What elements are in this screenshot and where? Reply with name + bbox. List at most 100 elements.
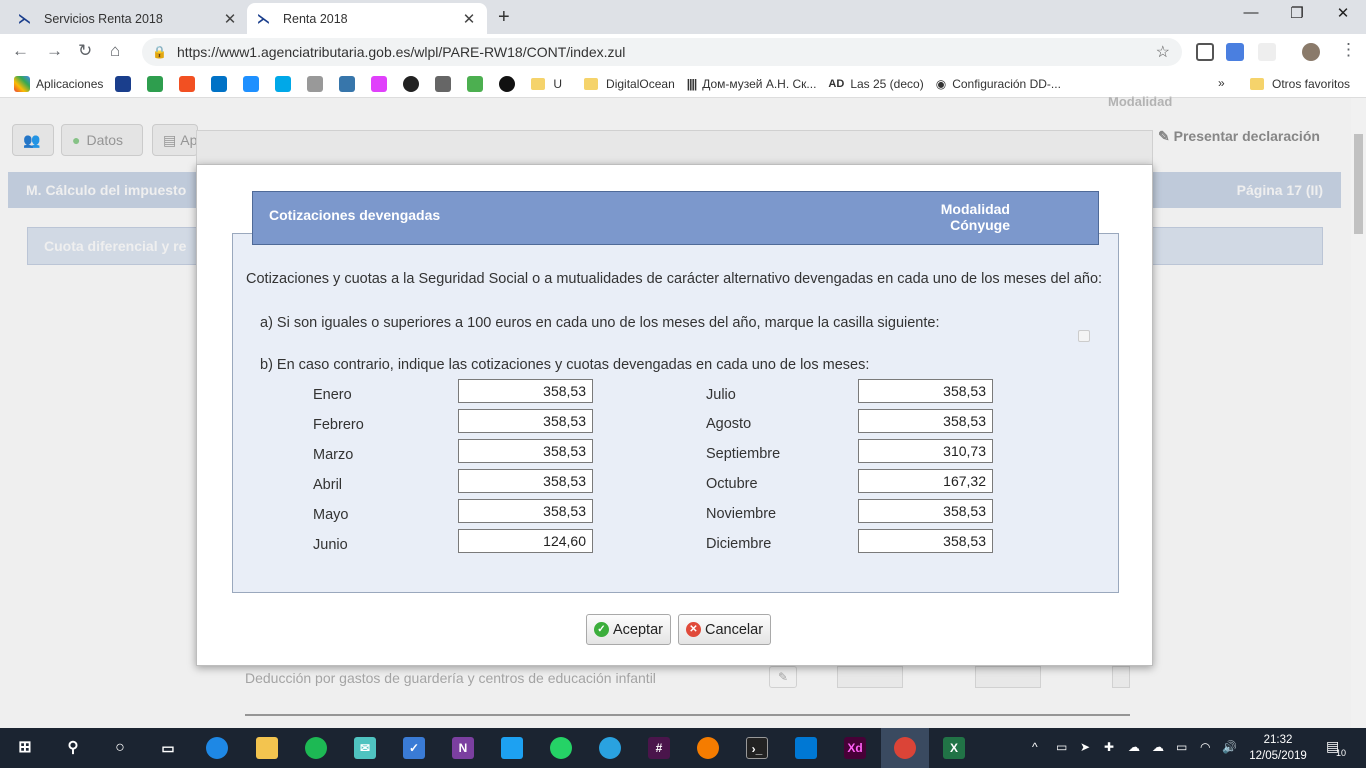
bookmark-label: Configuración DD-... bbox=[952, 76, 1061, 91]
tab-renta-2018[interactable]: ⋋ Renta 2018 ✕ bbox=[247, 3, 487, 34]
vscode-icon[interactable] bbox=[795, 737, 817, 759]
forward-icon[interactable]: → bbox=[46, 41, 63, 61]
telegram-icon[interactable] bbox=[599, 737, 621, 759]
more-bookmarks-icon[interactable]: » bbox=[1218, 76, 1225, 90]
system-clock[interactable]: 21:32 12/05/2019 bbox=[1246, 732, 1310, 764]
spotify-icon[interactable] bbox=[305, 737, 327, 759]
twitter-icon[interactable] bbox=[501, 737, 523, 759]
input-febrero[interactable]: 358,53 bbox=[458, 409, 593, 433]
search-icon[interactable]: ⚲ bbox=[62, 737, 84, 759]
terminal-icon[interactable]: ›_ bbox=[746, 737, 768, 759]
firefox-dev-icon[interactable] bbox=[206, 737, 228, 759]
new-tab-icon[interactable]: + bbox=[498, 6, 510, 29]
back-icon[interactable]: ← bbox=[12, 41, 29, 61]
udemy-icon[interactable] bbox=[275, 75, 292, 92]
bookmark-otros-favoritos[interactable]: Otros favoritos bbox=[1250, 77, 1350, 91]
star-icon[interactable]: ☆ bbox=[1156, 42, 1170, 62]
scrollbar-thumb[interactable] bbox=[1354, 134, 1363, 234]
input-noviembre[interactable]: 358,53 bbox=[858, 499, 993, 523]
circle-logo-icon[interactable] bbox=[403, 75, 420, 92]
bookmark-configuracion[interactable]: ◉ Configuración DD-... bbox=[936, 77, 1061, 91]
slack-icon[interactable]: # bbox=[648, 737, 670, 759]
microsoft-icon[interactable] bbox=[179, 75, 196, 92]
tab-servicios-renta[interactable]: ⋋ Servicios Renta 2018 ✕ bbox=[8, 3, 248, 34]
chrome-icon[interactable] bbox=[894, 737, 916, 759]
bookmark-dom-muzei[interactable]: |||| Дом-музей А.Н. Ск... bbox=[687, 77, 817, 91]
feedly-icon[interactable] bbox=[147, 75, 164, 92]
mask-icon[interactable] bbox=[307, 75, 324, 92]
tray-telegram-icon[interactable]: ➤ bbox=[1080, 740, 1090, 754]
home-icon[interactable]: ⌂ bbox=[110, 41, 120, 61]
tab-title: Renta 2018 bbox=[283, 11, 348, 26]
globe-icon: ◉ bbox=[935, 76, 947, 91]
task-view-icon[interactable]: ▭ bbox=[157, 737, 179, 759]
translate-icon[interactable] bbox=[1226, 43, 1244, 61]
input-marzo[interactable]: 358,53 bbox=[458, 439, 593, 463]
input-diciembre[interactable]: 358,53 bbox=[858, 529, 993, 553]
option-a-text: a) Si son iguales o superiores a 100 eur… bbox=[260, 315, 940, 331]
python-icon[interactable] bbox=[339, 75, 356, 92]
input-abril[interactable]: 358,53 bbox=[458, 469, 593, 493]
tray-drive-icon[interactable]: ▭ bbox=[1056, 740, 1067, 754]
origin-icon[interactable] bbox=[697, 737, 719, 759]
todo-icon[interactable]: ✓ bbox=[403, 737, 425, 759]
extension-icon[interactable] bbox=[1258, 43, 1276, 61]
aeat-icon[interactable] bbox=[115, 75, 132, 92]
bookmark-digitalocean[interactable]: DigitalOcean bbox=[584, 77, 675, 91]
whatsapp-icon[interactable] bbox=[550, 737, 572, 759]
tray-volume-icon[interactable]: 🔊 bbox=[1222, 740, 1237, 754]
windows-start-icon[interactable]: ⊞ bbox=[14, 737, 36, 759]
excel-icon[interactable]: X bbox=[943, 737, 965, 759]
clock-time: 21:32 bbox=[1263, 734, 1293, 746]
github-icon[interactable] bbox=[499, 75, 516, 92]
tab-title: Servicios Renta 2018 bbox=[44, 11, 163, 26]
cortana-icon[interactable]: ○ bbox=[109, 737, 131, 759]
avatar[interactable] bbox=[1302, 43, 1320, 61]
month-label-febrero: Febrero bbox=[313, 417, 364, 433]
pocket-icon[interactable] bbox=[1196, 43, 1214, 61]
tray-cloud-icon[interactable]: ☁ bbox=[1128, 740, 1140, 754]
month-label-diciembre: Diciembre bbox=[706, 536, 772, 552]
address-bar[interactable]: 🔒 https://www1.agenciatributaria.gob.es/… bbox=[142, 38, 1182, 66]
bookmark-u[interactable]: U bbox=[531, 77, 562, 91]
gear-icon[interactable] bbox=[435, 75, 452, 92]
diamond-icon[interactable] bbox=[371, 75, 388, 92]
u-logo-icon[interactable] bbox=[243, 75, 260, 92]
code-icon[interactable] bbox=[467, 75, 484, 92]
cancelar-button[interactable]: ✕ Cancelar bbox=[678, 614, 772, 645]
minimize-icon[interactable]: — bbox=[1228, 4, 1274, 21]
outlook-icon[interactable] bbox=[211, 75, 228, 92]
input-julio[interactable]: 358,53 bbox=[858, 379, 993, 403]
close-icon[interactable]: ✕ bbox=[461, 10, 477, 28]
browser-toolbar: ← → ↻ ⌂ 🔒 https://www1.agenciatributaria… bbox=[0, 34, 1366, 70]
bookmark-las-25[interactable]: AD Las 25 (deco) bbox=[828, 77, 923, 91]
input-octubre[interactable]: 167,32 bbox=[858, 469, 993, 493]
restore-icon[interactable]: ❐ bbox=[1274, 4, 1320, 22]
url-text: https://www1.agenciatributaria.gob.es/wl… bbox=[176, 44, 626, 60]
aceptar-button[interactable]: ✓ Aceptar bbox=[586, 614, 671, 645]
option-a-checkbox[interactable] bbox=[1078, 330, 1090, 342]
close-window-icon[interactable]: ✕ bbox=[1320, 4, 1366, 22]
page-scrollbar[interactable] bbox=[1351, 98, 1366, 728]
input-septiembre[interactable]: 310,73 bbox=[858, 439, 993, 463]
tray-wifi-icon[interactable]: ◠ bbox=[1200, 740, 1210, 754]
file-explorer-icon[interactable] bbox=[256, 737, 278, 759]
adobe-xd-icon[interactable]: Xd bbox=[844, 737, 866, 759]
tray-onedrive-icon[interactable]: ☁ bbox=[1152, 740, 1164, 754]
tray-chevron-icon[interactable]: ^ bbox=[1032, 740, 1038, 754]
tray-battery-icon[interactable]: ▭ bbox=[1176, 740, 1187, 754]
input-enero[interactable]: 358,53 bbox=[458, 379, 593, 403]
month-label-septiembre: Septiembre bbox=[706, 446, 781, 462]
modalidad-line2: Cónyuge bbox=[950, 217, 1010, 233]
input-agosto[interactable]: 358,53 bbox=[858, 409, 993, 433]
input-junio[interactable]: 124,60 bbox=[458, 529, 593, 553]
onenote-icon[interactable]: N bbox=[452, 737, 474, 759]
reload-icon[interactable]: ↻ bbox=[78, 41, 92, 61]
input-mayo[interactable]: 358,53 bbox=[458, 499, 593, 523]
close-icon[interactable]: ✕ bbox=[222, 10, 238, 28]
menu-icon[interactable]: ⋮ bbox=[1340, 40, 1357, 60]
month-label-abril: Abril bbox=[313, 477, 343, 493]
mail-icon[interactable]: ✉ bbox=[354, 737, 376, 759]
tray-shield-icon[interactable]: ✚ bbox=[1104, 740, 1114, 754]
bookmark-aplicaciones[interactable]: Aplicaciones bbox=[14, 75, 103, 92]
